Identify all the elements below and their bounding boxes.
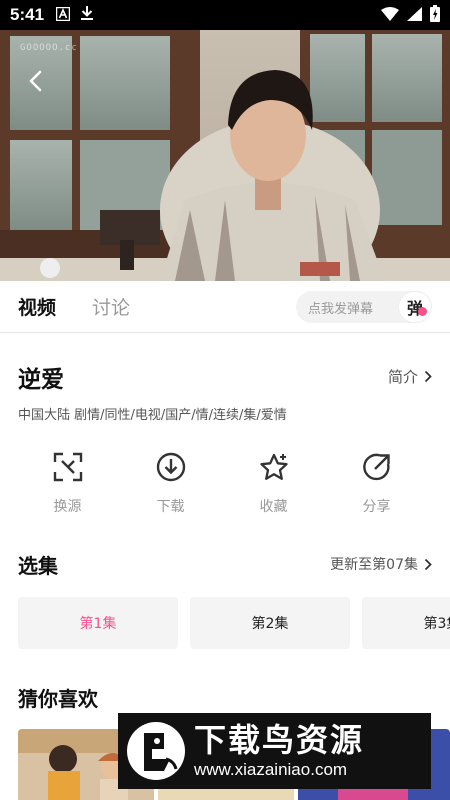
video-frame <box>0 30 450 281</box>
chevron-left-icon <box>29 70 42 92</box>
intro-link[interactable]: 简介 <box>388 366 432 387</box>
wifi-icon <box>381 6 399 25</box>
switch-source-icon <box>51 450 85 484</box>
show-title: 逆爱 <box>18 367 64 393</box>
star-icon <box>257 450 291 484</box>
promo-name: 下载鸟资源 <box>194 721 365 759</box>
episode-item[interactable]: 第1集 <box>18 597 178 649</box>
status-left-icons <box>55 5 94 25</box>
status-bar: 5:41 <box>0 0 450 30</box>
back-button[interactable] <box>28 70 58 100</box>
status-time: 5:41 <box>10 5 45 24</box>
recommend-section-title: 猜你喜欢 <box>18 687 98 711</box>
promo-text: 下载鸟资源 www.xiazainiao.com <box>194 722 364 780</box>
episodes-update-text: 更新至第07集 <box>330 557 418 573</box>
share-icon <box>360 450 394 484</box>
episodes-section-title: 选集 <box>18 554 58 578</box>
download-label: 下载 <box>156 499 185 515</box>
promo-url: www.xiazainiao.com <box>194 760 348 779</box>
episode-item[interactable]: 第3集 <box>362 597 450 649</box>
download-icon <box>80 5 94 25</box>
content-tabs: 视频 讨论 点我发弹幕 弹 <box>0 281 450 333</box>
tab-video[interactable]: 视频 <box>0 281 74 333</box>
player-watermark: GOOOOO.cc <box>20 43 78 53</box>
video-player[interactable]: GOOOOO.cc <box>0 30 450 281</box>
danmu-input[interactable]: 点我发弹幕 弹 <box>296 291 432 323</box>
danmu-placeholder: 点我发弹幕 <box>308 301 374 317</box>
episode-list: 第1集 第2集 第3集 <box>18 597 450 649</box>
switch-source-label: 换源 <box>53 499 82 515</box>
share-button[interactable]: 分享 <box>325 450 428 520</box>
favorite-button[interactable]: 收藏 <box>222 450 325 520</box>
episode-item[interactable]: 第2集 <box>190 597 350 649</box>
download-button[interactable]: 下载 <box>119 450 222 520</box>
battery-icon <box>430 4 440 26</box>
tab-discussion[interactable]: 讨论 <box>74 281 148 333</box>
favorite-label: 收藏 <box>259 499 288 515</box>
chevron-right-icon <box>424 370 432 383</box>
danmu-toggle-button[interactable]: 弹 <box>398 291 432 323</box>
intro-label: 简介 <box>387 368 418 386</box>
promo-banner: 下载鸟资源 www.xiazainiao.com <box>118 713 431 789</box>
bird-logo-icon <box>124 719 188 783</box>
switch-source-button[interactable]: 换源 <box>16 450 119 520</box>
status-right-icons <box>381 4 440 26</box>
danmu-status-dot <box>418 307 427 316</box>
download-circle-icon <box>154 450 188 484</box>
signal-icon <box>407 6 422 25</box>
a-notification-icon <box>55 6 71 25</box>
share-label: 分享 <box>362 499 391 515</box>
action-row: 换源 下载 收藏 分享 <box>0 450 450 520</box>
episodes-update-link[interactable]: 更新至第07集 <box>330 554 432 574</box>
chevron-right-icon <box>424 558 432 570</box>
show-tags: 中国大陆 剧情/同性/电视/国产/情/连续/集/爱情 <box>18 408 287 423</box>
